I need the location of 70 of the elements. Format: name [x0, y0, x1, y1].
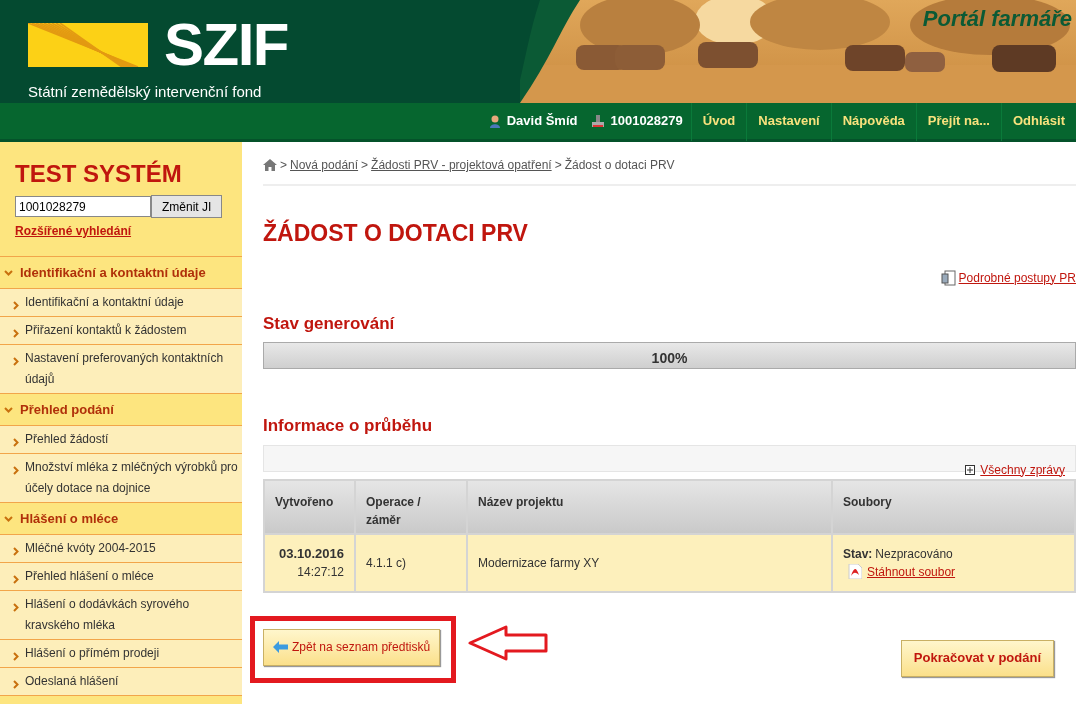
chevron-right-icon: [13, 652, 19, 661]
sidebar-item[interactable]: Množství mléka z mléčných výrobků pro účely dotace na dojnice: [0, 454, 242, 503]
breadcrumb-current: Žádost o dotaci PRV: [564, 156, 675, 174]
chevron-right-icon: [13, 329, 19, 338]
breadcrumb-link[interactable]: Žádosti PRV - projektová opatření: [371, 156, 552, 174]
column-header: Operace / záměr: [355, 479, 467, 534]
section-heading: Stav generování: [263, 312, 396, 335]
expand-icon[interactable]: [965, 464, 976, 475]
status-label: Stav:: [843, 545, 873, 563]
logo-icon: [28, 23, 148, 67]
nav-link[interactable]: Odhlásit: [1001, 101, 1076, 141]
progress-reading: 100%: [651, 349, 688, 368]
sidebar-item[interactable]: Nastavení preferovaných kontaktních údajů: [0, 345, 242, 394]
table-cell: 4.1.1 c): [355, 533, 467, 592]
nav-link[interactable]: Nápověda: [830, 101, 916, 141]
stamp-icon: [591, 114, 606, 128]
nav-link[interactable]: Úvod: [690, 101, 747, 141]
table-cell: Modernizace farmy XY: [467, 533, 832, 592]
client-id: 1001028279: [610, 112, 683, 131]
breadcrumb-separator: >: [280, 157, 287, 174]
breadcrumb-separator: >: [554, 157, 562, 174]
download-link[interactable]: Stáhnout soubor: [867, 562, 956, 581]
nav-link[interactable]: Přejít na...: [915, 101, 1001, 141]
column-header: Název projektu: [467, 479, 832, 534]
page-title: ŽÁDOST O DOTACI PRV: [263, 218, 529, 248]
pdf-icon: [848, 564, 862, 579]
breadcrumb-separator: >: [361, 157, 369, 174]
document-icon: [940, 269, 956, 286]
chevron-right-icon: [13, 301, 19, 310]
created-time: 14:27:12: [296, 564, 344, 582]
user-name: David Šmíd: [506, 112, 578, 131]
created-date: 03.10.2016: [277, 544, 344, 563]
arrow-left-icon: [273, 641, 288, 653]
sidebar-item[interactable]: Přehled žádostí: [0, 426, 242, 454]
sidebar-item[interactable]: Odeslaná hlášení: [0, 668, 242, 696]
user-icon: [487, 114, 502, 128]
column-header: Vytvořeno: [264, 479, 355, 534]
advanced-search-link[interactable]: Rozšířené vyhledání: [15, 222, 227, 240]
sidebar-item[interactable]: Přehled hlášení o mléce: [0, 563, 242, 591]
client-id-field[interactable]: 1001028279: [15, 196, 151, 217]
portal-title: Portál farmáře: [922, 5, 1072, 33]
chevron-right-icon: [13, 575, 19, 584]
chevron-down-icon: [4, 269, 13, 276]
section-heading: Informace o průběhu: [263, 415, 434, 437]
column-header: Soubory: [832, 479, 1075, 534]
sidebar-item[interactable]: Identifikační a kontaktní údaje: [0, 289, 242, 317]
nav-link[interactable]: Nastavení: [746, 101, 831, 141]
system-title: TEST SYSTÉM: [15, 162, 183, 186]
sidebar-item[interactable]: Mléčné kvóty 2004-2015: [0, 535, 242, 563]
continue-button[interactable]: Pokračovat v podání: [900, 639, 1054, 677]
chevron-down-icon: [4, 406, 13, 413]
chevron-right-icon: [13, 603, 19, 612]
home-icon[interactable]: [263, 159, 277, 171]
chevron-right-icon: [13, 680, 19, 689]
breadcrumb-link[interactable]: Nová podání: [290, 156, 359, 174]
logo-text: SZIF: [164, 15, 288, 75]
chevron-down-icon: [4, 515, 13, 522]
chevron-right-icon: [13, 438, 19, 447]
back-button[interactable]: Zpět na seznam předtisků: [263, 628, 441, 666]
procedures-link[interactable]: Podrobné postupy PR: [958, 268, 1076, 287]
sidebar-item[interactable]: Hlášení o dodávkách syrového kravského mléka: [0, 591, 242, 640]
sidebar-item[interactable]: Hlášení o přímém prodeji: [0, 640, 242, 668]
change-button[interactable]: Změnit JI: [151, 195, 223, 218]
status-value: Nezpracováno: [875, 545, 953, 563]
chevron-right-icon: [13, 547, 19, 556]
all-messages-link[interactable]: Všechny zprávy: [980, 460, 1065, 479]
chevron-right-icon: [13, 466, 19, 475]
chevron-right-icon: [13, 357, 19, 366]
sidebar-item[interactable]: Přiřazení kontaktů k žádostem: [0, 317, 242, 345]
logo-subtitle: Státní zemědělský intervenční fond: [28, 82, 263, 102]
